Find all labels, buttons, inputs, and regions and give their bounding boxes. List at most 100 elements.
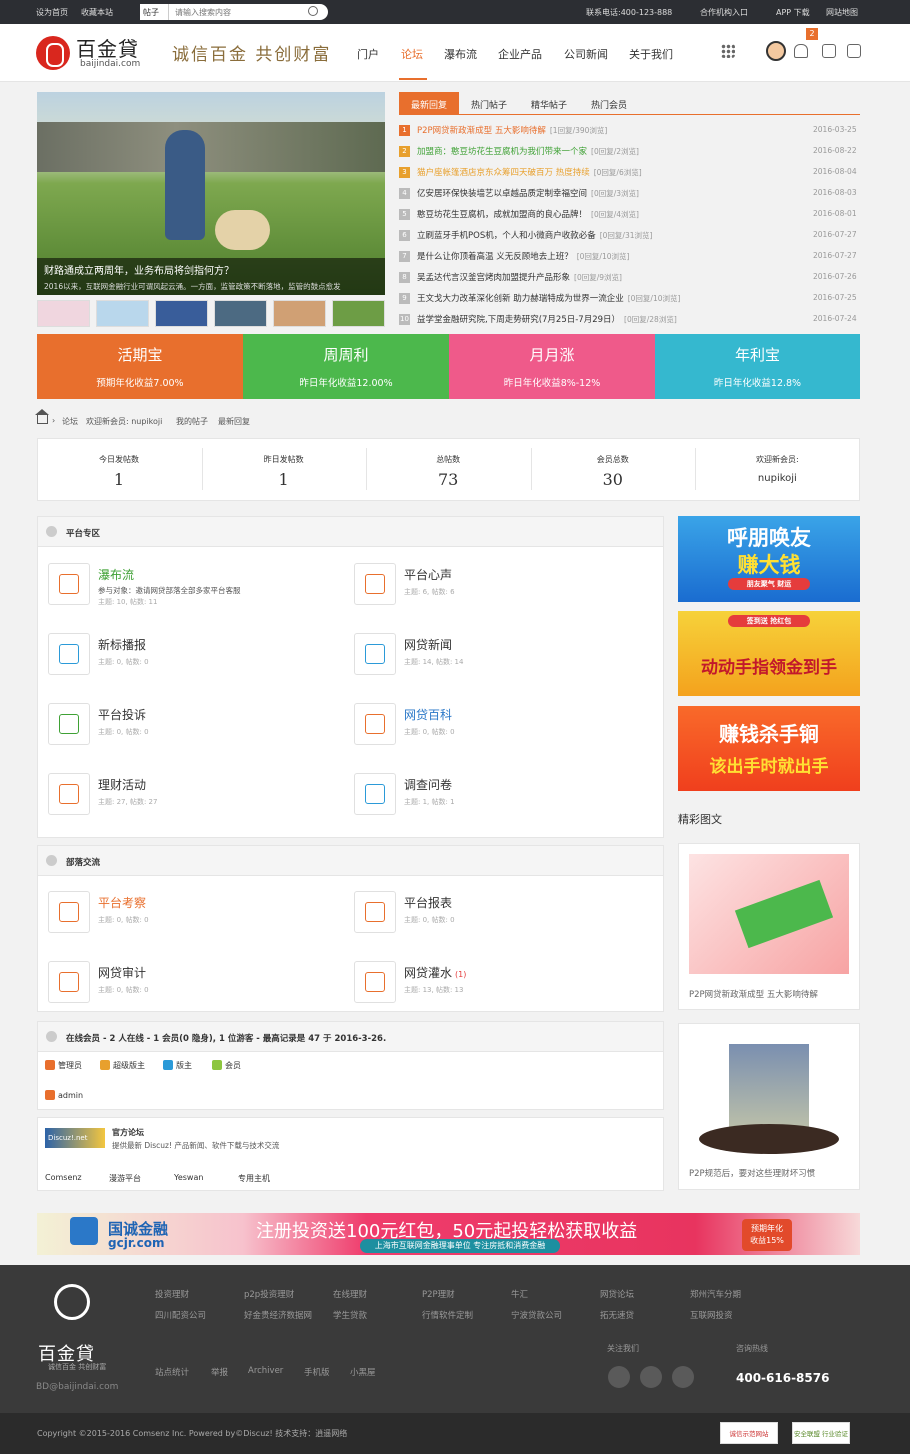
forum-name[interactable]: 平台考察 (98, 894, 146, 911)
forum-name[interactable]: 网贷审计 (98, 964, 146, 981)
slider-thumb[interactable] (155, 300, 208, 327)
collapse-icon[interactable] (46, 526, 57, 537)
nav-portal[interactable]: 门户 (357, 46, 379, 62)
list-item-title[interactable]: P2P网贷新政渐成型 五大影响待解 (417, 126, 546, 136)
grid-menu-icon[interactable] (721, 44, 735, 58)
pic-caption[interactable]: P2P规范后，要对这些理财坏习惯 (689, 1167, 815, 1179)
breadcrumb-latest[interactable]: 最新回复 (218, 416, 250, 427)
nav-about[interactable]: 关于我们 (629, 46, 673, 62)
slider-thumb[interactable] (273, 300, 326, 327)
pic-caption[interactable]: P2P网贷新政渐成型 五大影响待解 (689, 988, 818, 1000)
list-item[interactable]: 益学堂金融研究院,下周走势研究(7月25日-7月29日） [0回复/28浏览] (417, 313, 677, 325)
stat-value[interactable]: nupikoji (695, 473, 859, 484)
forum-name-text[interactable]: 网贷百科 (404, 708, 452, 722)
list-item-title[interactable]: 猫户座帐篷酒店京东众筹四天破百万 热度持续 (417, 168, 590, 178)
product-name[interactable]: 月月涨 (449, 344, 655, 365)
nav-forum[interactable]: 论坛 (401, 46, 423, 62)
list-item[interactable]: 吴孟达代言汉釜宫烤肉加盟提升产品形象 [0回复/9浏览] (417, 271, 622, 283)
list-item[interactable]: 加盟商：憨豆坊花生豆腐机为我们带来一个家 [0回复/2浏览] (417, 145, 639, 157)
list-item-title[interactable]: 加盟商：憨豆坊花生豆腐机为我们带来一个家 (417, 147, 587, 157)
forum-name[interactable]: 网贷新闻 (404, 636, 452, 653)
product-card[interactable]: 年利宝 昨日年化收益12.8% (655, 334, 860, 399)
search-input[interactable] (168, 4, 328, 20)
forum-icon[interactable] (48, 563, 90, 605)
list-item-title[interactable]: 是什么让你顶着高温 义无反顾地去上班？ (417, 252, 573, 262)
slider-title[interactable]: 财路通成立两周年，业务布局将剑指何方？ (44, 262, 234, 277)
nav-news[interactable]: 公司新闻 (564, 46, 608, 62)
forum-icon[interactable] (48, 633, 90, 675)
tab-hot-members[interactable]: 热门会员 (579, 92, 639, 114)
tab-digest-posts[interactable]: 精华帖子 (519, 92, 579, 114)
list-item-title[interactable]: 吴孟达代言汉釜宫烤肉加盟提升产品形象 (417, 273, 570, 283)
footer-link[interactable]: 举报 (211, 1366, 228, 1378)
forum-name[interactable]: 网贷百科 (404, 706, 452, 723)
list-item-title[interactable]: 益学堂金融研究院,下周走势研究(7月25日-7月29日） (417, 315, 620, 325)
cert-badge[interactable]: 诚信示范网站 (720, 1422, 778, 1444)
footer-link[interactable]: 学生贷款 (333, 1309, 367, 1321)
product-name[interactable]: 活期宝 (37, 344, 243, 365)
forum-name-text[interactable]: 平台报表 (404, 896, 452, 910)
footer-link[interactable]: 行情软件定制 (422, 1309, 473, 1321)
list-item-title[interactable]: 立刷蓝牙手机POS机，个人和小微商户收款必备 (417, 231, 596, 241)
friend-link[interactable]: Comsenz (45, 1173, 82, 1182)
cert-badge[interactable]: 安全联盟 行业验证 (792, 1422, 850, 1444)
ad-money-tips[interactable]: 赚钱杀手锏 该出手时就出手 (678, 706, 860, 791)
logo-icon[interactable] (36, 36, 70, 70)
list-item[interactable]: 亿安居环保快装墙艺以卓越品质定制幸福空间 [0回复/3浏览] (417, 187, 639, 199)
list-item[interactable]: P2P网贷新政渐成型 五大影响待解 [1回复/390浏览] (417, 124, 607, 136)
forum-icon[interactable] (48, 961, 90, 1003)
forum-name[interactable]: 新标播报 (98, 636, 146, 653)
forum-name[interactable]: 网贷灌水 (1) (404, 964, 466, 981)
footer-link[interactable]: 四川配资公司 (155, 1309, 206, 1321)
bookmark-link[interactable]: 收藏本站 (81, 7, 113, 18)
list-item[interactable]: 王文戈大力改革深化创新 助力赫瑞特成为世界一流企业 [0回复/10浏览] (417, 292, 680, 304)
forum-name[interactable]: 平台心声 (404, 566, 452, 583)
document-icon[interactable] (822, 44, 836, 58)
forum-icon[interactable] (354, 563, 396, 605)
slider-thumb[interactable] (96, 300, 149, 327)
footer-link[interactable]: 站点统计 (155, 1366, 189, 1378)
avatar[interactable] (766, 41, 786, 61)
weibo-icon[interactable] (672, 1366, 694, 1388)
set-home-link[interactable]: 设为首页 (36, 7, 68, 18)
pic-card[interactable] (678, 843, 860, 1010)
footer-link[interactable]: 投资理财 (155, 1288, 189, 1300)
footer-link[interactable]: 好金贵经济数据网 (244, 1309, 312, 1321)
collapse-icon[interactable] (46, 855, 57, 866)
pic-card[interactable] (678, 1023, 860, 1190)
footer-link[interactable]: 网贷论坛 (600, 1288, 634, 1300)
footer-link[interactable]: p2p投资理财 (244, 1288, 294, 1300)
product-card[interactable]: 活期宝 预期年化收益7.00% (37, 334, 243, 399)
slider-thumb[interactable] (37, 300, 90, 327)
partner-link[interactable]: 合作机构入口 (700, 7, 748, 18)
slider-thumb[interactable] (332, 300, 385, 327)
ad-checkin[interactable]: 签到送 抢红包 动动手指领金到手 (678, 611, 860, 696)
wechat-icon[interactable] (608, 1366, 630, 1388)
list-item[interactable]: 憨豆坊花生豆腐机，成就加盟商的良心品牌！ [0回复/4浏览] (417, 208, 639, 220)
online-user-name[interactable]: admin (58, 1091, 83, 1100)
footer-link[interactable]: 拓无速贷 (600, 1309, 634, 1321)
footer-email[interactable]: BD@baijindai.com (36, 1382, 118, 1392)
sitemap-link[interactable]: 网站地图 (826, 7, 858, 18)
forum-name-text[interactable]: 平台心声 (404, 568, 452, 582)
forum-name[interactable]: 平台报表 (404, 894, 452, 911)
product-card[interactable]: 周周利 昨日年化收益12.00% (243, 334, 449, 399)
breadcrumb-welcome[interactable]: 欢迎新会员: nupikoji (86, 416, 162, 427)
forum-icon[interactable] (48, 891, 90, 933)
search-scope-select[interactable]: 帖子 (140, 4, 168, 20)
forum-icon[interactable] (354, 633, 396, 675)
forum-name[interactable]: 调查问卷 (404, 776, 452, 793)
bell-icon[interactable] (794, 44, 808, 58)
forum-name-text[interactable]: 调查问卷 (404, 778, 452, 792)
official-forum-title[interactable]: 官方论坛 (112, 1127, 144, 1138)
search-icon[interactable] (308, 6, 318, 16)
footer-link[interactable]: 牛汇 (511, 1288, 528, 1300)
logo-text[interactable]: 百金貸 (76, 33, 139, 62)
forum-name[interactable]: 理财活动 (98, 776, 146, 793)
breadcrumb-my-posts[interactable]: 我的帖子 (176, 416, 208, 427)
nav-waterfall[interactable]: 瀑布流 (444, 46, 477, 62)
forum-name[interactable]: 平台投诉 (98, 706, 146, 723)
online-user[interactable]: admin (45, 1090, 83, 1100)
forum-name-text[interactable]: 新标播报 (98, 638, 146, 652)
footer-link[interactable]: 小黑屋 (350, 1366, 376, 1378)
